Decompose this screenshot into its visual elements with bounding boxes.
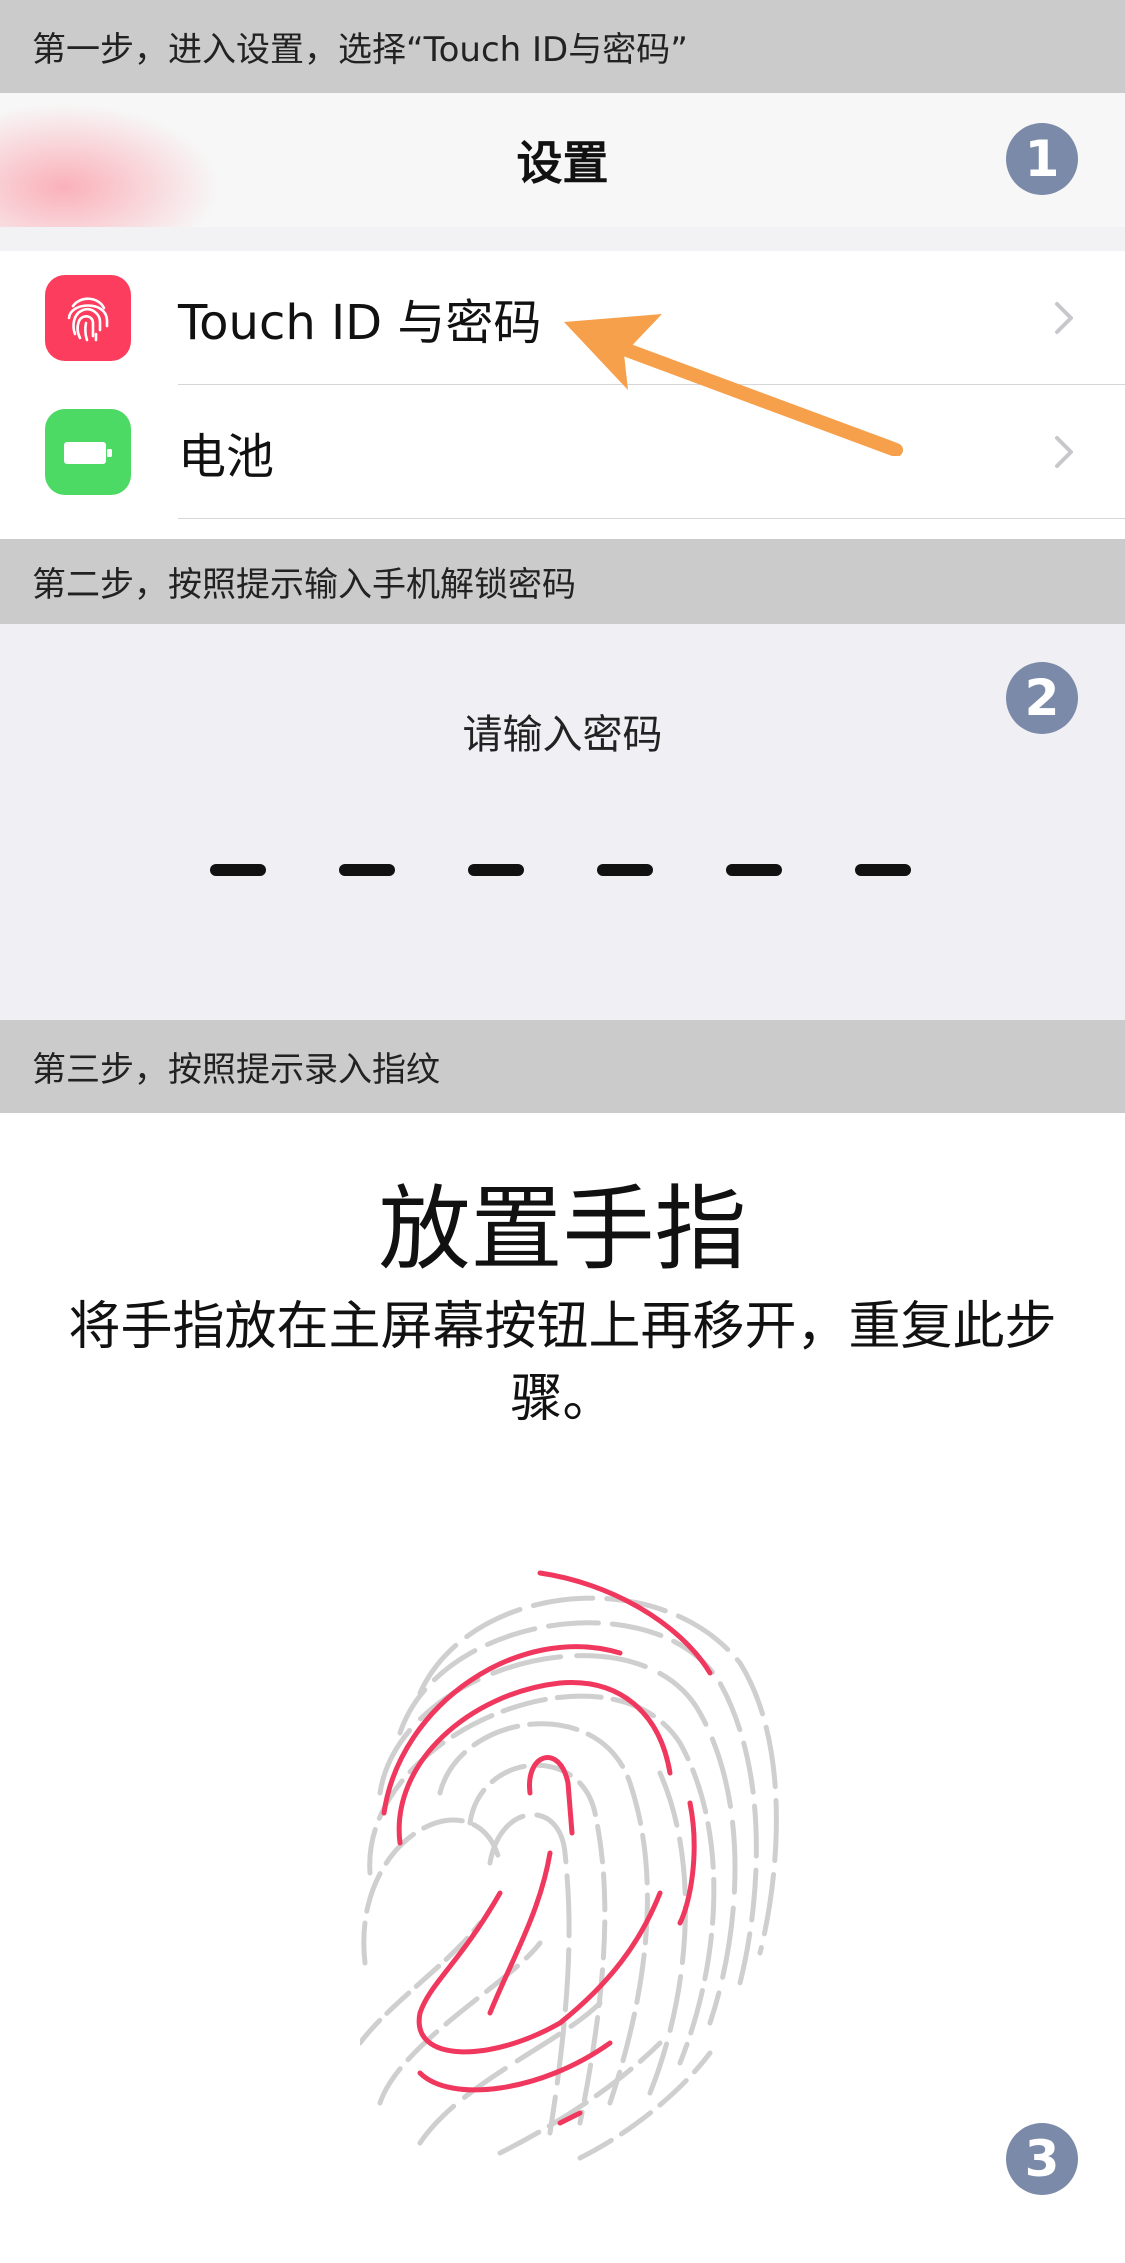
page-title: 设置 [516,136,609,190]
step2-banner: 第二步，按照提示输入手机解锁密码 [0,539,1125,624]
settings-item-label: Touch ID 与密码 [178,295,542,351]
step3-banner: 第三步，按照提示录入指纹 [0,1020,1125,1113]
settings-nav-bar: 设置 [0,93,1125,228]
passcode-digit-slot [339,864,395,876]
fingerprint-enroll-panel: 放置手指 将手指放在主屏幕按钮上再移开，重复此步骤。 [0,1113,1125,2263]
step2-text: 第二步，按照提示输入手机解锁密码 [32,565,576,605]
step2-badge: 2 [1006,662,1078,734]
passcode-digit-slot [726,864,782,876]
passcode-digit-slot [855,864,911,876]
passcode-prompt: 请输入密码 [462,712,663,758]
step3-text: 第三步，按照提示录入指纹 [32,1050,440,1090]
step3-badge: 3 [1006,2123,1078,2195]
enroll-instruction: 将手指放在主屏幕按钮上再移开，重复此步骤。 [68,1297,1057,1429]
passcode-digit-slot [468,864,524,876]
step1-banner: 第一步，进入设置，选择“Touch ID与密码” [0,0,1125,93]
step1-text: 第一步，进入设置，选择“Touch ID与密码” [32,30,688,70]
pointer-arrow-icon [564,314,903,456]
chevron-right-icon [1055,302,1073,334]
enroll-heading: 放置手指 [378,1176,747,1283]
step1-badge: 1 [1006,123,1078,195]
passcode-digit-slot [210,864,266,876]
fingerprint-icon [45,275,131,361]
chevron-right-icon [1055,436,1073,468]
passcode-panel: 请输入密码 [0,624,1125,1020]
passcode-field[interactable] [0,864,1125,878]
fingerprint-icon [360,1570,779,2161]
battery-icon [45,409,131,495]
settings-item-label: 电池 [178,429,275,485]
passcode-digit-slot [597,864,653,876]
